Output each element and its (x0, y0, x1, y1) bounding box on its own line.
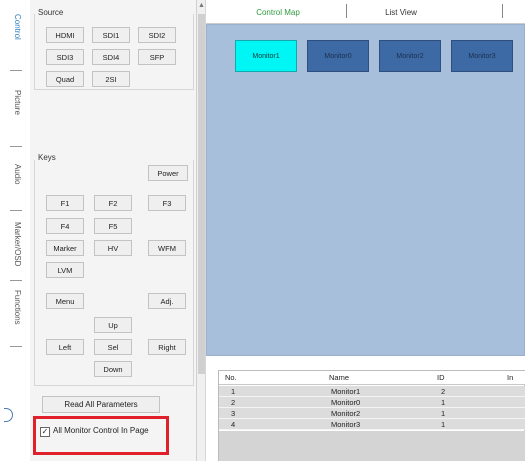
cell-name: Monitor0 (331, 397, 361, 407)
f3-button[interactable]: F3 (148, 195, 186, 211)
cell-no: 3 (231, 408, 236, 418)
cell-name: Monitor3 (331, 419, 361, 429)
source-2si-button[interactable]: 2SI (92, 71, 130, 87)
cell-no: 2 (231, 397, 236, 407)
monitor-tile-monitor0[interactable]: Monitor0 (307, 40, 369, 72)
power-button[interactable]: Power (148, 165, 188, 181)
scrollbar-thumb[interactable] (198, 14, 205, 374)
down-button[interactable]: Down (94, 361, 132, 377)
all-monitor-control-checkbox[interactable]: ✓ (40, 427, 50, 437)
monitor-tile-monitor2[interactable]: Monitor2 (379, 40, 441, 72)
control-map: Monitor1 Monitor0 Monitor2 Monitor3 (206, 24, 525, 356)
source-label: Source (36, 8, 66, 17)
info-icon (4, 408, 13, 422)
cell-no: 1 (231, 386, 236, 396)
f1-button[interactable]: F1 (46, 195, 84, 211)
source-sdi3-button[interactable]: SDI3 (46, 49, 84, 65)
wfm-button[interactable]: WFM (148, 240, 186, 256)
tab-list-view[interactable]: List View (356, 4, 446, 20)
vtab-control[interactable]: Control (8, 14, 22, 40)
tab-control-map[interactable]: Control Map (238, 4, 318, 20)
source-sdi4-button[interactable]: SDI4 (92, 49, 130, 65)
vtab-functions[interactable]: Functions (8, 290, 22, 325)
source-quad-button[interactable]: Quad (46, 71, 84, 87)
vtab-audio[interactable]: Audio (8, 164, 22, 184)
table-row[interactable]: 1 Monitor1 2 (219, 386, 525, 397)
table-header: No. Name ID In (219, 371, 525, 385)
f2-button[interactable]: F2 (94, 195, 132, 211)
highlight-box (33, 416, 169, 455)
monitor-table: No. Name ID In 1 Monitor1 2 2 Monitor0 1… (218, 370, 525, 461)
view-tab-bar: Control Map List View (206, 0, 525, 24)
cell-id: 1 (441, 419, 446, 429)
source-sdi1-button[interactable]: SDI1 (92, 27, 130, 43)
cell-name: Monitor2 (331, 408, 361, 418)
cell-name: Monitor1 (331, 386, 361, 396)
panel-scrollbar[interactable]: ▲ (197, 0, 206, 461)
lvm-button[interactable]: LVM (46, 262, 84, 278)
menu-button[interactable]: Menu (46, 293, 84, 309)
col-id-header[interactable]: ID (437, 371, 445, 384)
vtab-picture[interactable]: Picture (8, 90, 22, 115)
monitor-tile-monitor1[interactable]: Monitor1 (235, 40, 297, 72)
col-in-header[interactable]: In (507, 371, 513, 384)
adj-button[interactable]: Adj. (148, 293, 186, 309)
cell-id: 1 (441, 397, 446, 407)
table-empty-area (219, 431, 525, 461)
tab-divider (10, 280, 22, 281)
f5-button[interactable]: F5 (94, 218, 132, 234)
right-button[interactable]: Right (148, 339, 186, 355)
cell-no: 4 (231, 419, 236, 429)
up-button[interactable]: Up (94, 317, 132, 333)
vertical-tab-strip: Control Picture Audio Marker/OSD Functio… (0, 0, 30, 461)
sel-button[interactable]: Sel (94, 339, 132, 355)
right-pane: Control Map List View Monitor1 Monitor0 … (206, 0, 525, 461)
left-button[interactable]: Left (46, 339, 84, 355)
table-row[interactable]: 4 Monitor3 1 (219, 419, 525, 430)
cell-id: 1 (441, 408, 446, 418)
tab-separator (502, 4, 503, 18)
tab-divider (10, 70, 22, 71)
tab-divider (10, 146, 22, 147)
read-all-parameters-button[interactable]: Read All Parameters (42, 396, 160, 413)
tab-divider (10, 346, 22, 347)
all-monitor-control-label[interactable]: All Monitor Control In Page (53, 426, 149, 435)
tab-separator (346, 4, 347, 18)
source-sdi2-button[interactable]: SDI2 (138, 27, 176, 43)
control-panel: Source HDMI SDI1 SDI2 SDI3 SDI4 SFP Quad… (30, 0, 197, 461)
cell-id: 2 (441, 386, 446, 396)
col-no-header[interactable]: No. (225, 371, 237, 384)
hv-button[interactable]: HV (94, 240, 132, 256)
scroll-up-icon[interactable]: ▲ (198, 2, 205, 9)
table-row[interactable]: 2 Monitor0 1 (219, 397, 525, 408)
marker-button[interactable]: Marker (46, 240, 84, 256)
table-row[interactable]: 3 Monitor2 1 (219, 408, 525, 419)
monitor-tile-monitor3[interactable]: Monitor3 (451, 40, 513, 72)
col-name-header[interactable]: Name (329, 371, 349, 384)
source-sfp-button[interactable]: SFP (138, 49, 176, 65)
f4-button[interactable]: F4 (46, 218, 84, 234)
vtab-marker-osd[interactable]: Marker/OSD (8, 222, 22, 266)
source-hdmi-button[interactable]: HDMI (46, 27, 84, 43)
keys-label: Keys (36, 153, 58, 162)
tab-divider (10, 210, 22, 211)
